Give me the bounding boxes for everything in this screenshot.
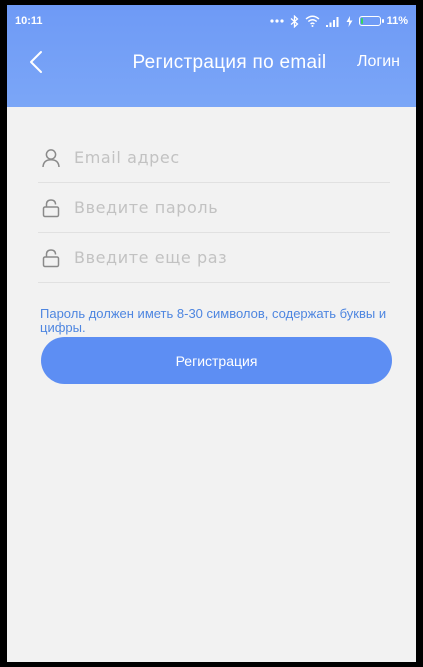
password-repeat-field-row: [38, 233, 390, 283]
bluetooth-icon: [290, 14, 299, 28]
status-time: 10:11: [15, 15, 43, 27]
app-screen: 10:11 11% Регистрация по email Логин Ema…: [7, 5, 416, 662]
password-repeat-input[interactable]: [74, 241, 390, 274]
app-header: 10:11 11% Регистрация по email Логин: [7, 5, 416, 107]
email-input[interactable]: [74, 141, 390, 174]
registration-form: [38, 133, 390, 283]
user-icon: [40, 147, 62, 169]
password-hint: Пароль должен иметь 8-30 символов, содер…: [40, 306, 387, 335]
lock-icon: [40, 247, 62, 269]
charging-icon: [346, 14, 353, 28]
password-input[interactable]: [74, 191, 390, 224]
battery-percent: 11%: [386, 15, 408, 27]
status-bar: 10:11 11%: [7, 5, 416, 37]
wifi-icon: [305, 14, 320, 28]
page-title: Регистрация по email: [132, 52, 327, 73]
signal-icon: [325, 14, 340, 28]
login-link[interactable]: Логин: [357, 53, 400, 71]
email-field-row: [38, 133, 390, 183]
password-field-row: [38, 183, 390, 233]
battery-level: [360, 18, 363, 24]
register-button[interactable]: Регистрация: [41, 337, 392, 384]
lock-icon: [40, 197, 62, 219]
status-icons: 11%: [269, 14, 408, 28]
nav-bar: Регистрация по email Логин: [7, 41, 416, 85]
more-dots-icon: [269, 14, 284, 28]
battery-icon: [358, 16, 384, 26]
